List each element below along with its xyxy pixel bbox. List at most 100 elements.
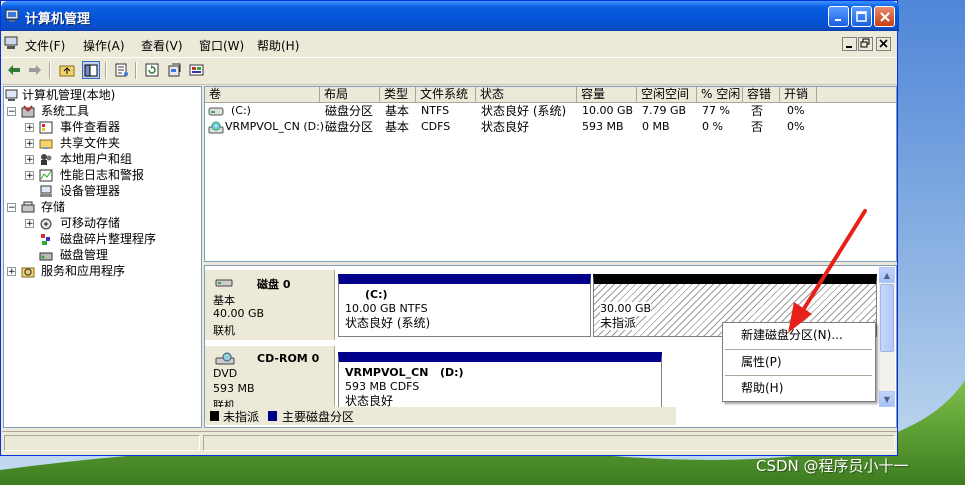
expand-toggle[interactable]: + [7, 267, 16, 277]
cd-drive-icon [208, 121, 224, 134]
maximize-icon [856, 11, 867, 22]
column-header-volume[interactable]: 卷 [205, 87, 320, 103]
cd-rom-icon [215, 352, 235, 365]
legend-swatch-primary [268, 411, 277, 421]
mdi-restore-button[interactable] [858, 37, 873, 51]
disk-type: DVD [213, 367, 238, 380]
folder-up-icon [59, 65, 75, 77]
menu-item-properties[interactable]: 属性(P) [724, 352, 874, 372]
tree-label-device-manager: 设备管理器 [60, 184, 121, 198]
partition-status: 状态良好 [345, 394, 394, 408]
forward-arrow-icon [29, 65, 41, 75]
mdi-minimize-button[interactable] [842, 37, 857, 51]
title-bar[interactable]: 计算机管理 [1, 1, 899, 31]
maximize-button[interactable] [851, 6, 872, 27]
column-header-layout[interactable]: 布局 [320, 87, 380, 103]
status-segment [203, 435, 895, 451]
menu-action[interactable]: 操作(A) [83, 37, 125, 54]
defragmenter-icon [41, 234, 50, 245]
cell-percent-free: 0 % [702, 120, 723, 133]
users-icon [41, 154, 52, 165]
scroll-up-button[interactable]: ▲ [879, 267, 895, 283]
expand-toggle[interactable]: + [25, 219, 34, 229]
export-list-button[interactable] [165, 61, 183, 79]
close-button[interactable] [874, 6, 895, 27]
shared-folder-icon [39, 139, 53, 149]
menu-file[interactable]: 文件(F) [25, 37, 65, 54]
cell-type: 基本 [385, 104, 410, 118]
tree-label-event-viewer: 事件查看器 [60, 120, 121, 134]
refresh-icon [145, 63, 159, 77]
disk-0-label[interactable]: 磁盘 0 基本 40.00 GB 联机 [205, 270, 335, 340]
expand-toggle[interactable]: + [25, 123, 34, 133]
toolbar-separator [105, 62, 107, 79]
column-header-type[interactable]: 类型 [380, 87, 416, 103]
tree-label-storage: 存储 [41, 200, 66, 214]
scroll-thumb[interactable] [880, 284, 894, 352]
annotation-arrow-icon [788, 209, 867, 333]
menu-item-help[interactable]: 帮助(H) [724, 378, 874, 398]
properties-button[interactable] [112, 61, 130, 79]
menu-help[interactable]: 帮助(H) [257, 37, 299, 54]
tree-item-system-tools[interactable]: − 系统工具 [7, 103, 202, 119]
window-title: 计算机管理 [25, 12, 91, 27]
cell-capacity: 593 MB [582, 120, 624, 133]
console-icon [4, 36, 18, 49]
tree-label-perf-logs: 性能日志和警报 [60, 168, 145, 182]
tree-label-disk-management: 磁盘管理 [60, 248, 109, 262]
status-segment [4, 435, 200, 451]
system-tools-icon [21, 105, 35, 118]
menu-separator [725, 375, 872, 376]
column-header-filesystem[interactable]: 文件系统 [416, 87, 476, 103]
partition-size-fs: 593 MB CDFS [345, 380, 420, 393]
partition-status: 状态良好 (系统) [345, 316, 431, 330]
column-header-filler [817, 87, 896, 103]
minimize-button[interactable] [828, 6, 849, 27]
drive-icon [208, 107, 224, 116]
back-button[interactable] [5, 61, 23, 79]
column-header-fault-tolerance[interactable]: 容错 [743, 87, 780, 103]
back-arrow-icon [8, 65, 20, 75]
menu-bar: 文件(F) 操作(A) 查看(V) 窗口(W) 帮助(H) [2, 32, 897, 56]
mdi-close-button[interactable] [876, 37, 891, 51]
show-hide-tree-button[interactable] [82, 61, 100, 79]
column-header-capacity[interactable]: 容量 [577, 87, 637, 103]
removable-storage-icon [40, 218, 52, 230]
restore-icon [860, 38, 870, 48]
forward-button[interactable] [26, 61, 44, 79]
refresh-button[interactable] [143, 61, 161, 79]
up-one-level-button[interactable] [58, 61, 76, 79]
column-header-status[interactable]: 状态 [476, 87, 577, 103]
expand-toggle[interactable]: + [25, 139, 34, 149]
disk-settings-button[interactable] [187, 61, 205, 79]
cell-capacity: 10.00 GB [582, 104, 634, 117]
computer-management-icon [5, 89, 18, 101]
cell-filesystem: CDFS [421, 120, 451, 133]
disk-name: CD-ROM 0 [257, 352, 320, 365]
expand-toggle[interactable]: + [25, 155, 34, 165]
watermark: CSDN @程序员小十一 [756, 457, 909, 475]
collapse-toggle[interactable]: − [7, 107, 16, 117]
column-header-free-space[interactable]: 空闲空间 [637, 87, 697, 103]
partition-size-fs: 10.00 GB NTFS [345, 302, 428, 315]
scroll-down-button[interactable]: ▼ [879, 391, 895, 407]
disk-pane-scrollbar[interactable]: ▲ ▼ [879, 267, 895, 407]
tree-label-shared-folders: 共享文件夹 [60, 136, 121, 150]
tree-label-root: 计算机管理(本地) [22, 87, 116, 103]
tree-label-local-users: 本地用户和组 [60, 152, 133, 166]
menu-view[interactable]: 查看(V) [141, 37, 183, 54]
menu-window[interactable]: 窗口(W) [199, 37, 244, 54]
partition-title: VRMPVOL_CN (D:) [345, 366, 464, 379]
partition-c[interactable]: (C:) 10.00 GB NTFS 状态良好 (系统) [338, 274, 591, 337]
collapse-toggle[interactable]: − [7, 203, 16, 213]
legend-label-primary: 主要磁盘分区 [282, 410, 355, 424]
legend: 未指派 主要磁盘分区 [206, 407, 676, 425]
services-icon [21, 267, 35, 278]
column-header-overhead[interactable]: 开销 [780, 87, 817, 103]
expand-toggle[interactable]: + [25, 171, 34, 181]
cell-free-space: 7.79 GB [642, 104, 687, 117]
column-header-percent-free[interactable]: % 空闲 [697, 87, 743, 103]
cell-free-space: 0 MB [642, 120, 670, 133]
computer-management-icon [5, 9, 19, 22]
cell-status: 状态良好 [481, 120, 530, 134]
